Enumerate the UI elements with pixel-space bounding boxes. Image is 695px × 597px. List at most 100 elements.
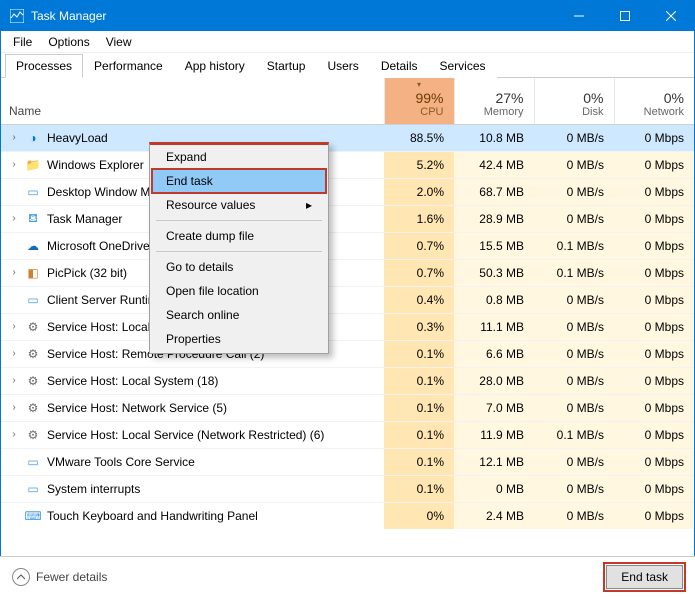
process-row[interactable]: ›📁Windows Explorer5.2%42.4 MB0 MB/s0 Mbp… (1, 151, 694, 178)
process-row[interactable]: ›⚙Service Host: Network Service (5)0.1%7… (1, 394, 694, 421)
process-row[interactable]: ›⛾Task Manager1.6%28.9 MB0 MB/s0 Mbps (1, 205, 694, 232)
ctx-properties[interactable]: Properties (152, 327, 326, 351)
context-menu: Expand End task Resource values▸ Create … (149, 142, 329, 354)
memory-cell: 6.6 MB (454, 340, 534, 367)
tab-details[interactable]: Details (370, 54, 429, 78)
process-name: System interrupts (47, 482, 140, 496)
col-cpu[interactable]: ▾ 99%CPU (384, 78, 454, 124)
col-memory[interactable]: 27%Memory (454, 78, 534, 124)
disk-cell: 0 MB/s (534, 205, 614, 232)
disk-cell: 0 MB/s (534, 367, 614, 394)
expand-chevron-icon[interactable]: › (9, 159, 19, 170)
expand-chevron-icon[interactable]: › (9, 375, 19, 386)
minimize-button[interactable] (556, 1, 602, 31)
menu-options[interactable]: Options (42, 33, 95, 51)
cpu-cell: 2.0% (384, 178, 454, 205)
disk-cell: 0 MB/s (534, 124, 614, 151)
memory-cell: 12.1 MB (454, 448, 534, 475)
col-name[interactable]: Name (1, 78, 384, 124)
ctx-end-task[interactable]: End task (152, 169, 326, 193)
sort-desc-icon: ▾ (417, 80, 421, 89)
ctx-go-to-details[interactable]: Go to details (152, 255, 326, 279)
maximize-button[interactable] (602, 1, 648, 31)
memory-cell: 15.5 MB (454, 232, 534, 259)
process-icon: ⚙ (25, 346, 41, 362)
cpu-cell: 0.4% (384, 286, 454, 313)
process-row[interactable]: ▭VMware Tools Core Service0.1%12.1 MB0 M… (1, 448, 694, 475)
tabs: Processes Performance App history Startu… (1, 53, 694, 78)
process-row[interactable]: ▭Desktop Window Manager2.0%68.7 MB0 MB/s… (1, 178, 694, 205)
process-icon: ⚙ (25, 319, 41, 335)
memory-cell: 10.8 MB (454, 124, 534, 151)
ctx-separator (156, 251, 322, 252)
cpu-cell: 0.7% (384, 259, 454, 286)
ctx-search-online[interactable]: Search online (152, 303, 326, 327)
process-row[interactable]: ▭Client Server Runtime0.4%0.8 MB0 MB/s0 … (1, 286, 694, 313)
process-row[interactable]: ›⚙Service Host: Local Service (No Networ… (1, 313, 694, 340)
process-row[interactable]: ›⚙Service Host: Local System (18)0.1%28.… (1, 367, 694, 394)
process-icon: ▭ (25, 481, 41, 497)
process-icon: ⚙ (25, 373, 41, 389)
process-row[interactable]: ⌨Touch Keyboard and Handwriting Panel0%2… (1, 502, 694, 529)
tab-startup[interactable]: Startup (256, 54, 317, 78)
expand-chevron-icon[interactable]: › (9, 321, 19, 332)
process-icon: ◑ (25, 130, 41, 146)
fewer-details-toggle[interactable]: Fewer details (12, 568, 107, 586)
network-cell: 0 Mbps (614, 502, 694, 529)
expand-chevron-icon[interactable]: › (9, 348, 19, 359)
process-icon: ⌨ (25, 508, 41, 524)
titlebar[interactable]: Task Manager (1, 1, 694, 31)
expand-chevron-icon[interactable]: › (9, 132, 19, 143)
memory-cell: 42.4 MB (454, 151, 534, 178)
end-task-button[interactable]: End task (606, 565, 683, 589)
network-cell: 0 Mbps (614, 286, 694, 313)
ctx-expand[interactable]: Expand (152, 145, 326, 169)
process-name: Client Server Runtime (47, 293, 164, 307)
menu-view[interactable]: View (100, 33, 138, 51)
process-icon: 📁 (25, 157, 41, 173)
close-button[interactable] (648, 1, 694, 31)
tab-services[interactable]: Services (429, 54, 497, 78)
cpu-cell: 0% (384, 502, 454, 529)
col-network[interactable]: 0%Network (614, 78, 694, 124)
memory-cell: 2.4 MB (454, 502, 534, 529)
disk-cell: 0.1 MB/s (534, 259, 614, 286)
network-cell: 0 Mbps (614, 151, 694, 178)
ctx-resource-values[interactable]: Resource values▸ (152, 193, 326, 217)
tab-processes[interactable]: Processes (5, 54, 83, 78)
process-name: Service Host: Local System (18) (47, 374, 218, 388)
process-icon: ☁ (25, 238, 41, 254)
disk-cell: 0 MB/s (534, 151, 614, 178)
process-row[interactable]: ›◑HeavyLoad88.5%10.8 MB0 MB/s0 Mbps (1, 124, 694, 151)
cpu-cell: 0.7% (384, 232, 454, 259)
tab-performance[interactable]: Performance (83, 54, 174, 78)
expand-chevron-icon[interactable]: › (9, 267, 19, 278)
ctx-open-file-location[interactable]: Open file location (152, 279, 326, 303)
menu-file[interactable]: File (7, 33, 38, 51)
process-row[interactable]: ☁Microsoft OneDrive0.7%15.5 MB0.1 MB/s0 … (1, 232, 694, 259)
memory-cell: 7.0 MB (454, 394, 534, 421)
process-row[interactable]: ▭System interrupts0.1%0 MB0 MB/s0 Mbps (1, 475, 694, 502)
ctx-create-dump[interactable]: Create dump file (152, 224, 326, 248)
memory-cell: 50.3 MB (454, 259, 534, 286)
expand-chevron-icon[interactable]: › (9, 213, 19, 224)
memory-cell: 0 MB (454, 475, 534, 502)
tab-app-history[interactable]: App history (174, 54, 256, 78)
process-icon: ⚙ (25, 400, 41, 416)
process-row[interactable]: ›⚙Service Host: Remote Procedure Call (2… (1, 340, 694, 367)
memory-cell: 28.0 MB (454, 367, 534, 394)
col-disk[interactable]: 0%Disk (534, 78, 614, 124)
memory-cell: 0.8 MB (454, 286, 534, 313)
cpu-cell: 88.5% (384, 124, 454, 151)
cpu-cell: 0.3% (384, 313, 454, 340)
process-icon: ◧ (25, 265, 41, 281)
process-name: PicPick (32 bit) (47, 266, 127, 280)
process-name: Microsoft OneDrive (47, 239, 150, 253)
memory-cell: 11.9 MB (454, 421, 534, 448)
network-cell: 0 Mbps (614, 205, 694, 232)
tab-users[interactable]: Users (316, 54, 369, 78)
expand-chevron-icon[interactable]: › (9, 402, 19, 413)
expand-chevron-icon[interactable]: › (9, 429, 19, 440)
process-row[interactable]: ›◧PicPick (32 bit)0.7%50.3 MB0.1 MB/s0 M… (1, 259, 694, 286)
process-row[interactable]: ›⚙Service Host: Local Service (Network R… (1, 421, 694, 448)
